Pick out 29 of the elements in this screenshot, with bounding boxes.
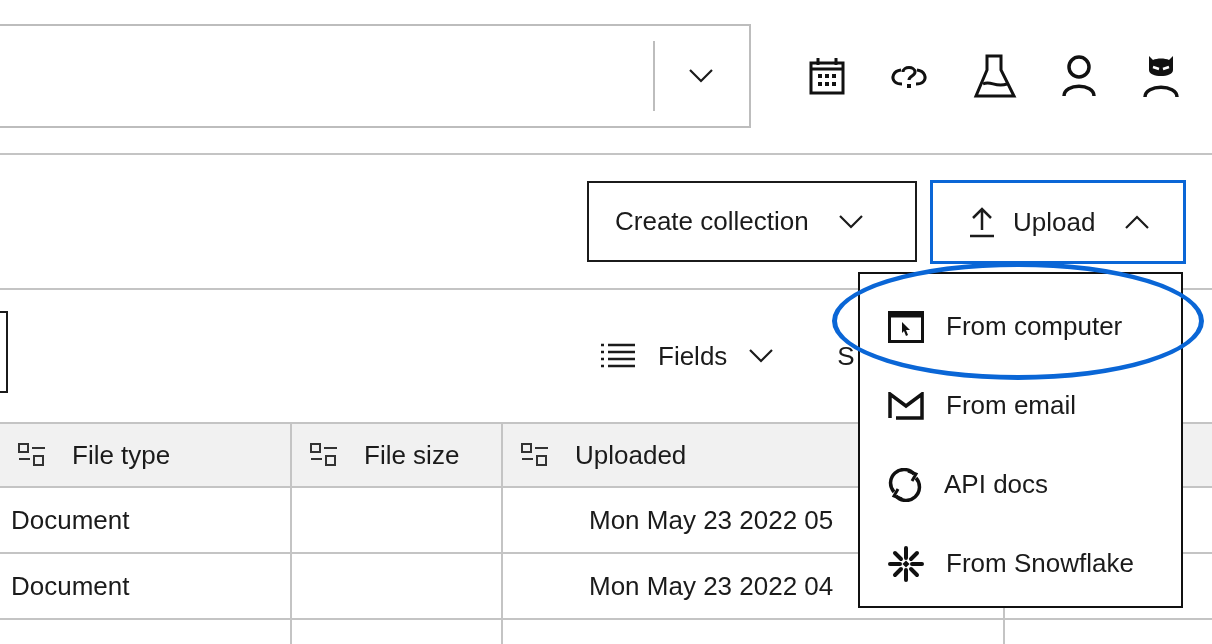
upload-icon [969,206,995,238]
masked-user-icon[interactable] [1141,54,1181,98]
button-label: Upload [1013,205,1096,239]
chevron-down-icon [689,69,713,83]
toolbar-label: S [837,339,855,373]
column-type-icon [310,443,338,467]
table-cell-text: Document [11,569,130,603]
dropdown-button[interactable]: Create collection [587,181,917,262]
upload-button[interactable]: Upload [930,180,1186,264]
select-field[interactable] [0,24,751,128]
table-cell-text: Document [11,503,130,537]
column-type-icon [521,443,549,467]
mail-icon [888,391,924,420]
sync-icon [888,467,922,502]
fields-button[interactable]: Fields [600,336,774,376]
list-icon [600,343,636,369]
table-cell-text: Mon May 23 2022 05 [589,503,834,537]
window-cursor-icon [888,310,924,343]
table-cell-text: Mon May 23 2022 04 [589,569,834,603]
flask-icon[interactable] [973,54,1017,98]
calendar-icon[interactable] [809,57,845,95]
column-header[interactable]: File size [292,424,503,486]
user-icon[interactable] [1061,55,1097,97]
snowflake-icon [888,545,924,582]
menu-item[interactable]: From Snowflake [860,524,1181,603]
button-label: Create collection [615,205,809,238]
column-header[interactable]: File type [0,424,292,486]
menu-item[interactable]: From computer [860,287,1181,366]
column-type-icon [18,443,46,467]
